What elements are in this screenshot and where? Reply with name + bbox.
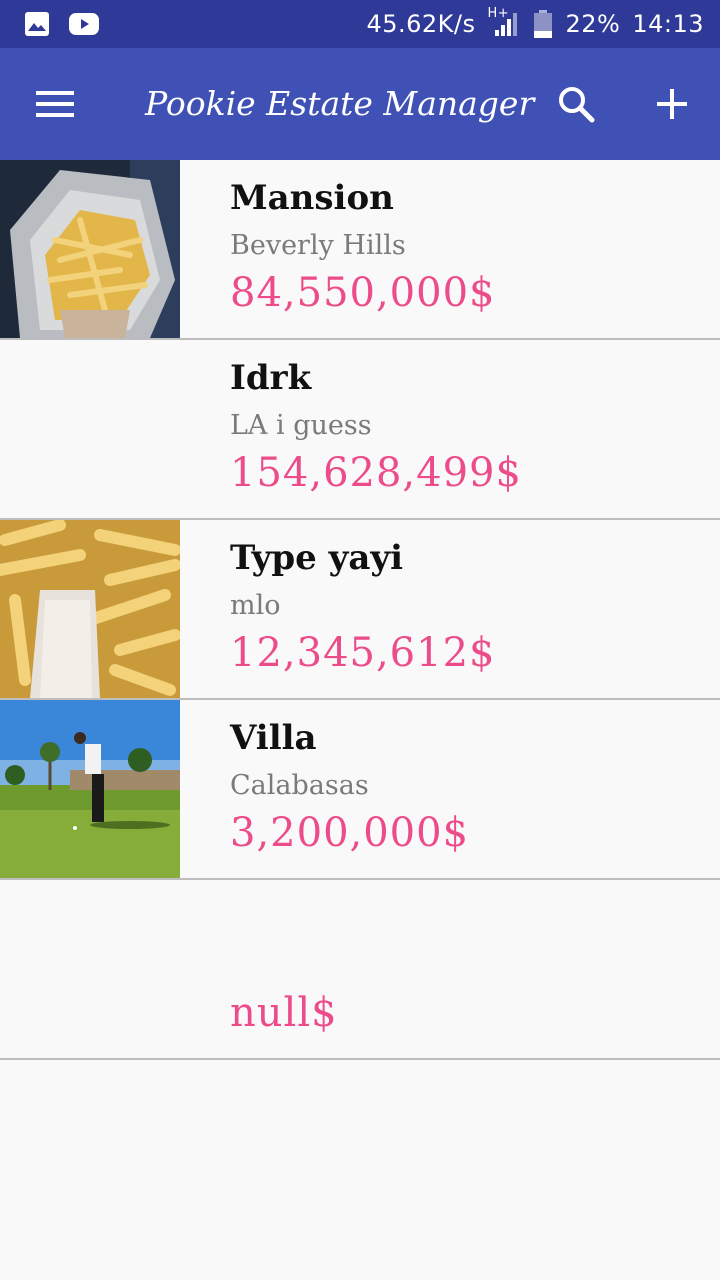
add-button[interactable]: [644, 76, 700, 132]
app-title: Pookie Estate Manager: [145, 84, 535, 123]
search-button[interactable]: [548, 76, 604, 132]
estate-list: Mansion Beverly Hills 84,550,000$ Idrk L…: [0, 160, 720, 1060]
menu-button[interactable]: [28, 76, 84, 132]
listing-name: Idrk: [230, 358, 312, 398]
menu-icon: [36, 91, 74, 117]
battery-icon: [534, 10, 553, 38]
listing-name: Type yayi: [230, 538, 404, 578]
listing-price: 154,628,499$: [230, 450, 522, 496]
search-icon: [559, 87, 595, 123]
network-speed: 45.62K/s: [366, 10, 476, 38]
list-item[interactable]: Mansion Beverly Hills 84,550,000$: [0, 160, 720, 340]
listing-price: 84,550,000$: [230, 270, 496, 316]
listing-location: Calabasas: [230, 770, 369, 801]
listing-price: 12,345,612$: [230, 630, 496, 676]
list-item[interactable]: Type yayi mlo 12,345,612$: [0, 520, 720, 700]
listing-price: null$: [230, 990, 338, 1036]
list-item[interactable]: Idrk LA i guess 154,628,499$: [0, 340, 720, 520]
add-icon: [657, 89, 687, 119]
fries-wrap-photo: [0, 160, 180, 338]
clock: 14:13: [632, 10, 704, 38]
listing-location: Beverly Hills: [230, 230, 406, 261]
listing-price: 3,200,000$: [230, 810, 470, 856]
list-item[interactable]: Villa Calabasas 3,200,000$: [0, 700, 720, 880]
image-icon: [25, 12, 49, 36]
listing-name: Villa: [230, 718, 317, 758]
golf-course-photo: [0, 700, 180, 878]
listing-location: LA i guess: [230, 410, 372, 441]
fries-closeup-photo: [0, 520, 180, 698]
listing-name: Mansion: [230, 178, 394, 218]
list-item[interactable]: null$: [0, 880, 720, 1060]
listing-location: mlo: [230, 590, 281, 621]
app-bar: Pookie Estate Manager: [0, 48, 720, 160]
battery-percent: 22%: [565, 10, 621, 38]
status-bar: 45.62K/s H+ 22% 14:13: [0, 0, 720, 48]
youtube-icon: [69, 13, 99, 35]
signal-icon: H+: [487, 6, 521, 38]
